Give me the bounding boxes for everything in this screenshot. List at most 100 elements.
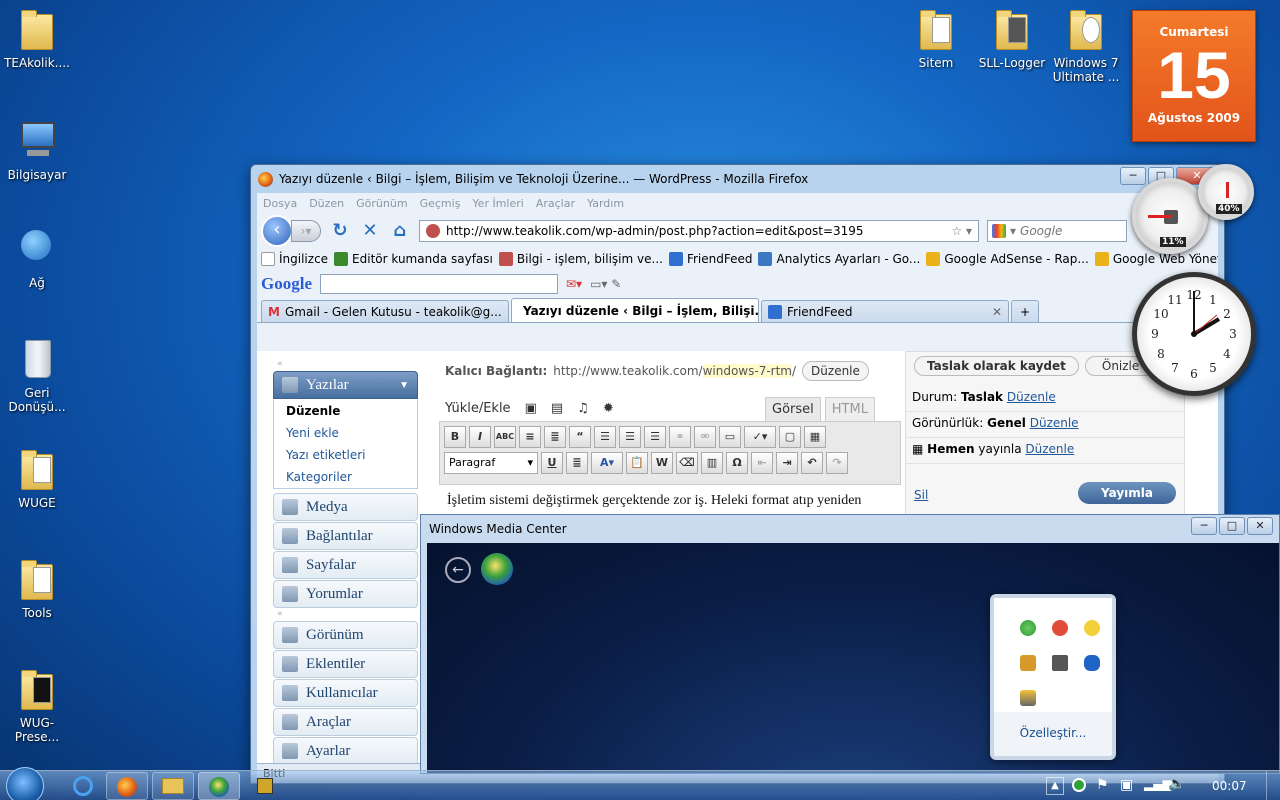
media-center-window[interactable]: Windows Media Center ─ □ ✕ ← (420, 514, 1280, 774)
align-left-button[interactable]: ☰ (594, 426, 616, 448)
menu-view[interactable]: Görünüm (356, 197, 407, 211)
search-box[interactable]: ▾ Google (987, 220, 1127, 242)
show-desktop-button[interactable] (1266, 771, 1280, 800)
redo-button[interactable]: ↷ (826, 452, 848, 474)
bullet-list-button[interactable]: ≡ (519, 426, 541, 448)
kitchen-sink-button[interactable]: ▦ (804, 426, 826, 448)
pen-tablet-icon[interactable] (1020, 654, 1036, 671)
customize-link[interactable]: Özelleştir... (994, 712, 1112, 740)
menu-history[interactable]: Geçmiş (420, 197, 461, 211)
add-audio-icon[interactable]: ♫ (577, 401, 589, 416)
url-bar[interactable]: http://www.teakolik.com/wp-admin/post.ph… (419, 220, 979, 242)
menu-plugins[interactable]: Eklentiler (273, 650, 418, 678)
desktop-icon-wuge[interactable]: WUGE (1, 448, 73, 510)
desktop-icon-computer[interactable]: Bilgisayar (1, 120, 73, 182)
desktop-icon-wug-presentation[interactable]: WUG-Prese... (1, 668, 73, 744)
taskbar-app-button[interactable] (244, 772, 286, 800)
gmail-icon[interactable]: ✉▾ (566, 277, 582, 291)
menu-edit[interactable]: Düzen (309, 197, 344, 211)
maximize-button[interactable]: □ (1219, 517, 1245, 535)
tab-gmail[interactable]: MGmail - Gelen Kutusu - teakolik@g...✕ (261, 300, 509, 322)
remove-format-button[interactable]: ⌫ (676, 452, 698, 474)
reload-icon[interactable]: ↻ (329, 220, 351, 242)
bookmark-item[interactable]: Analytics Ayarları - Go... (758, 252, 920, 266)
bookmark-item[interactable]: İngilizce (261, 252, 328, 266)
cpu-meter-gadget[interactable]: 11% (1132, 178, 1208, 254)
forward-button[interactable]: ›▾ (291, 220, 321, 242)
permalink-edit-button[interactable]: Düzenle (802, 361, 869, 381)
desktop-icon-sll-logger[interactable]: SLL-Logger (976, 8, 1048, 70)
star-icon[interactable]: ☆ ▾ (951, 224, 972, 238)
submenu-categories[interactable]: Kategoriler (274, 466, 417, 488)
show-hidden-icons-button[interactable]: ▲ (1046, 777, 1064, 795)
align-right-button[interactable]: ☰ (644, 426, 666, 448)
action-center-flag-icon[interactable]: ⚑ (1096, 777, 1109, 793)
sad-face-icon[interactable] (1052, 619, 1068, 636)
submenu-tags[interactable]: Yazı etiketleri (274, 444, 417, 466)
tray-green-icon[interactable] (1072, 778, 1086, 792)
bookmark-item[interactable]: FriendFeed (668, 252, 752, 266)
menu-tools[interactable]: Araçlar (273, 708, 418, 736)
menu-appearance[interactable]: Görünüm (273, 621, 418, 649)
menu-file[interactable]: Dosya (263, 197, 297, 211)
clock-gadget[interactable]: 12123 4567 891011 (1132, 272, 1256, 396)
strikethrough-button[interactable]: ABC (494, 426, 516, 448)
numbered-list-button[interactable]: ≣ (544, 426, 566, 448)
paste-text-button[interactable]: 📋 (626, 452, 648, 474)
taskbar-ie-button[interactable] (62, 772, 104, 800)
visibility-edit-link[interactable]: Düzenle (1030, 416, 1079, 430)
justify-button[interactable]: ≣ (566, 452, 588, 474)
taskbar-explorer-button[interactable] (152, 772, 194, 800)
tab-html[interactable]: HTML (824, 397, 875, 421)
submenu-edit[interactable]: Düzenle (274, 400, 417, 422)
taskbar-firefox-button[interactable] (106, 772, 148, 800)
menu-links[interactable]: Bağlantılar (273, 522, 418, 550)
unlink-button[interactable]: ⚮ (694, 426, 716, 448)
link-button[interactable]: ⚭ (669, 426, 691, 448)
calendar-gadget[interactable]: Cumartesi 15 Ağustos 2009 (1132, 10, 1256, 142)
firefox-titlebar[interactable]: Yazıyı düzenle ‹ Bilgi – İşlem, Bilişim … (251, 165, 1224, 193)
memory-meter-gadget[interactable]: 40% (1198, 164, 1254, 220)
minimize-button[interactable]: ─ (1191, 517, 1217, 535)
status-edit-link[interactable]: Düzenle (1007, 390, 1056, 404)
google-toolbar-search[interactable] (320, 274, 558, 294)
underline-button[interactable]: U (541, 452, 563, 474)
paste-word-button[interactable]: W (651, 452, 673, 474)
outdent-button[interactable]: ⇤ (751, 452, 773, 474)
taskbar-media-center-button[interactable] (198, 772, 240, 800)
windows-orb-icon[interactable] (481, 553, 513, 585)
undo-button[interactable]: ↶ (801, 452, 823, 474)
close-tab-icon[interactable]: ✕ (507, 305, 508, 319)
bookmark-item[interactable]: Bilgi - işlem, bilişim ve... (498, 252, 663, 266)
desktop-icon-windows7[interactable]: Windows 7 Ultimate ... (1050, 8, 1122, 84)
add-image-icon[interactable]: ▣ (525, 401, 537, 416)
menu-settings[interactable]: Ayarlar (273, 737, 418, 765)
publish-button[interactable]: Yayımla (1078, 482, 1176, 504)
home-icon[interactable]: ⌂ (389, 220, 411, 242)
menu-bookmarks[interactable]: Yer İmleri (472, 197, 523, 211)
menu-pages[interactable]: Sayfalar (273, 551, 418, 579)
close-button[interactable]: ✕ (1247, 517, 1273, 535)
bookmark-item[interactable]: Google Web Yöneticisi... (1094, 252, 1218, 266)
save-draft-button[interactable]: Taslak olarak kaydet (914, 356, 1079, 376)
shield-warning-icon[interactable] (1020, 690, 1036, 707)
schedule-edit-link[interactable]: Düzenle (1025, 442, 1074, 456)
indent-button[interactable]: ⇥ (776, 452, 798, 474)
bluetooth-icon[interactable] (1084, 654, 1100, 671)
add-media-icon[interactable]: ✹ (603, 401, 614, 416)
format-select[interactable]: Paragraf ▾ (444, 452, 538, 474)
bold-button[interactable]: B (444, 426, 466, 448)
menu-comments[interactable]: Yorumlar (273, 580, 418, 608)
network-device-icon[interactable] (1052, 654, 1068, 671)
align-center-button[interactable]: ☰ (619, 426, 641, 448)
desktop-icon-tools[interactable]: Tools (1, 558, 73, 620)
security-shield-icon[interactable] (1020, 619, 1036, 636)
stop-icon[interactable]: ✕ (359, 220, 381, 242)
special-char-button[interactable]: Ω (726, 452, 748, 474)
fullscreen-button[interactable]: ▢ (779, 426, 801, 448)
smiley-icon[interactable] (1084, 619, 1100, 636)
menu-media[interactable]: Medya (273, 493, 418, 521)
submenu-new[interactable]: Yeni ekle (274, 422, 417, 444)
desktop-icon-sitem[interactable]: Sitem (900, 8, 972, 70)
power-icon[interactable]: ▣ (1120, 777, 1133, 793)
